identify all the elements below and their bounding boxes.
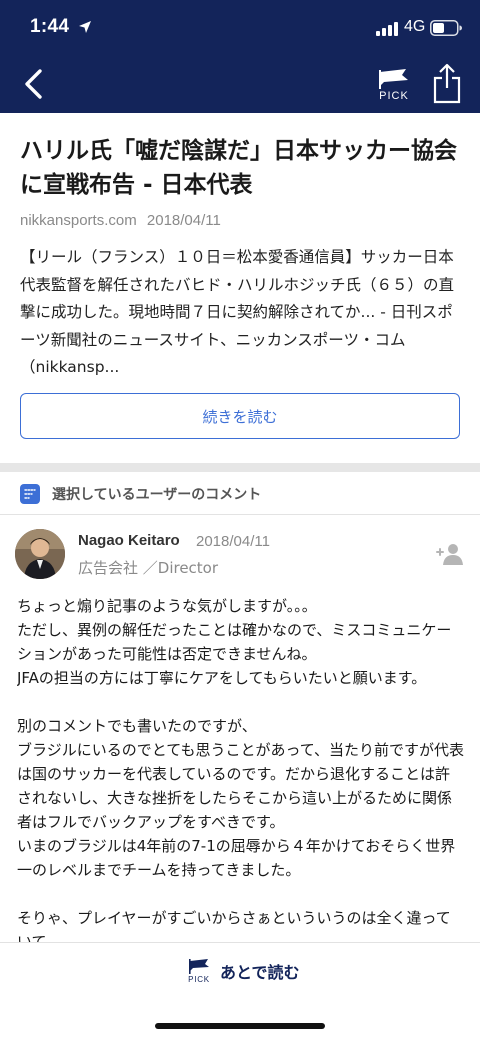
comment-user-title: 広告会社 ／Director [78, 559, 219, 577]
article-date: 2018/04/11 [146, 212, 221, 229]
pick-flag-icon: PICK [184, 957, 214, 987]
bottom-bar: PICK あとで読む [0, 942, 480, 1039]
share-icon[interactable] [432, 62, 462, 104]
back-chevron-icon[interactable] [18, 66, 52, 102]
add-user-icon[interactable] [434, 542, 464, 566]
status-time: 1:44 [30, 16, 70, 37]
comments-section-title: 選択しているユーザーのコメント [52, 487, 262, 503]
article-source: nikkansports.com [20, 212, 137, 229]
article-summary: 【リール（フランス）１０日＝松本愛香通信員】サッカー日本代表監督を解任されたバヒ… [20, 248, 455, 376]
home-indicator[interactable] [155, 1023, 325, 1029]
read-later-button[interactable]: PICK あとで読む [180, 955, 310, 991]
pick-button[interactable]: PICK [372, 66, 416, 106]
network-type: 4G [404, 18, 426, 35]
read-more-button[interactable]: 続きを読む [20, 393, 460, 439]
comment-user-name[interactable]: Nagao Keitaro [78, 532, 180, 549]
avatar-photo [15, 529, 65, 579]
comments-section-header: 選択しているユーザーのコメント [0, 472, 480, 515]
later-pick-label: PICK [188, 975, 210, 984]
battery-icon [430, 20, 462, 36]
pick-label: PICK [379, 90, 409, 102]
read-later-label: あとで読む [220, 963, 300, 982]
pick-flag-icon [379, 69, 408, 89]
app-header: 1:44 4G PICK [0, 0, 480, 113]
comment-bubble-icon [20, 484, 40, 504]
section-divider [0, 463, 480, 472]
signal-icon [376, 22, 398, 36]
location-arrow-icon [79, 21, 91, 33]
avatar[interactable] [15, 529, 65, 579]
article-title: ハリル氏「嘘だ陰謀だ」日本サッカー協会に宣戦布告 - 日本代表 [20, 138, 457, 198]
navigation-bar: PICK [0, 56, 480, 113]
comment-date: 2018/04/11 [196, 533, 270, 550]
comment-body: ちょっと煽り記事のような気がしますが。。。 ただし、異例の解任だったことは確かな… [17, 597, 465, 942]
status-bar: 1:44 4G [0, 0, 480, 56]
article-meta: nikkansports.com 2018/04/11 [20, 212, 221, 229]
